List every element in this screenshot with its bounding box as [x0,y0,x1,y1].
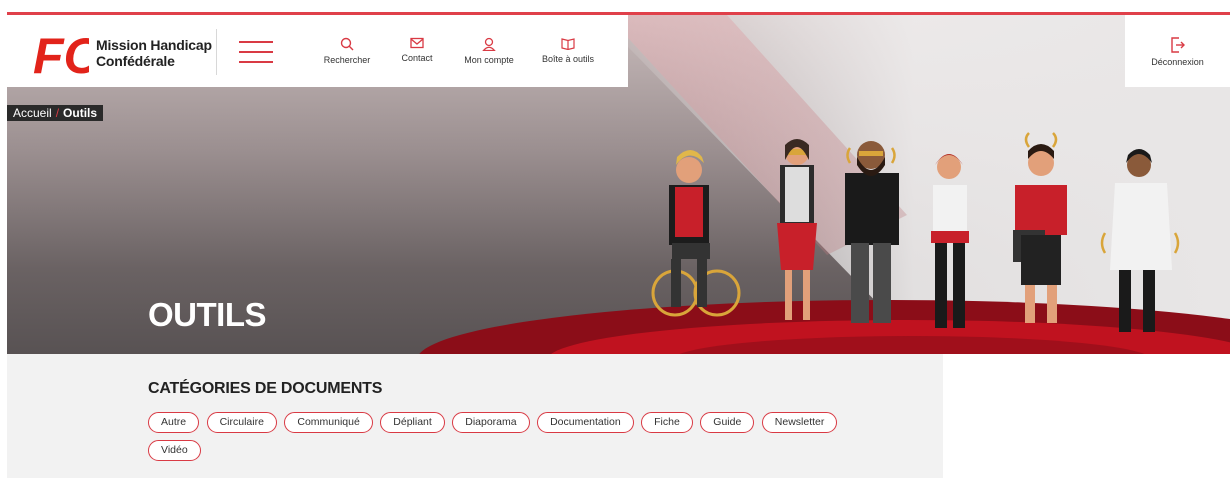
contact-nav-button[interactable]: Contact [397,37,437,63]
brand-name[interactable]: Mission Handicap Confédérale [96,37,212,69]
breadcrumb-home-link[interactable]: Accueil [13,106,52,120]
category-chip-guide[interactable]: Guide [700,412,755,433]
figure-glasses [777,139,817,320]
logout-button[interactable]: Déconnexion [1125,37,1230,67]
category-chip-diaporama[interactable]: Diaporama [452,412,530,433]
logout-label: Déconnexion [1151,57,1204,67]
breadcrumb-separator: / [55,106,60,120]
page-title: OUTILS [148,296,267,333]
category-chip-video[interactable]: Vidéo [148,440,201,461]
categories-panel: CATÉGORIES DE DOCUMENTS Autre Circulaire… [7,354,943,478]
menu-button[interactable] [239,41,273,63]
category-chip-list: Autre Circulaire Communiqué Dépliant Dia… [148,412,848,468]
account-nav-button[interactable]: Mon compte [459,37,519,65]
account-nav-label: Mon compte [464,55,514,65]
categories-title: CATÉGORIES DE DOCUMENTS [148,380,383,397]
category-chip-depliant[interactable]: Dépliant [380,412,445,433]
category-chip-circulaire[interactable]: Circulaire [206,412,277,433]
mail-icon [410,37,424,49]
fo-logo[interactable]: FO [33,29,89,77]
search-icon [340,37,354,51]
fo-logo-text: FO [33,29,89,77]
category-chip-newsletter[interactable]: Newsletter [761,412,838,433]
brand-line-2: Confédérale [96,53,175,69]
search-nav-label: Rechercher [323,55,371,65]
header-bar: FO Mission Handicap Confédérale Recherch… [7,15,628,87]
page: FO Mission Handicap Confédérale Recherch… [0,0,1230,478]
toolbox-nav-button[interactable]: Boîte à outils [537,37,599,64]
menu-icon-line [239,51,273,53]
category-chip-fiche[interactable]: Fiche [641,412,693,433]
menu-icon-line [239,61,273,63]
contact-nav-label: Contact [401,53,433,63]
category-chip-communique[interactable]: Communiqué [284,412,373,433]
figure-wheelchair [651,150,741,317]
menu-icon-line [239,41,273,43]
user-icon [482,37,496,51]
logout-icon [1170,37,1185,53]
breadcrumb-current: Outils [63,106,98,120]
breadcrumb: Accueil / Outils [7,105,104,121]
search-nav-button[interactable]: Rechercher [319,37,375,65]
category-chip-documentation[interactable]: Documentation [537,412,634,433]
toolbox-nav-label: Boîte à outils [541,54,595,64]
brand-line-1: Mission Handicap [96,37,212,53]
logout-panel: Déconnexion [1125,15,1230,87]
book-icon [561,38,575,50]
header-divider [216,29,217,75]
category-chip-autre[interactable]: Autre [148,412,200,433]
